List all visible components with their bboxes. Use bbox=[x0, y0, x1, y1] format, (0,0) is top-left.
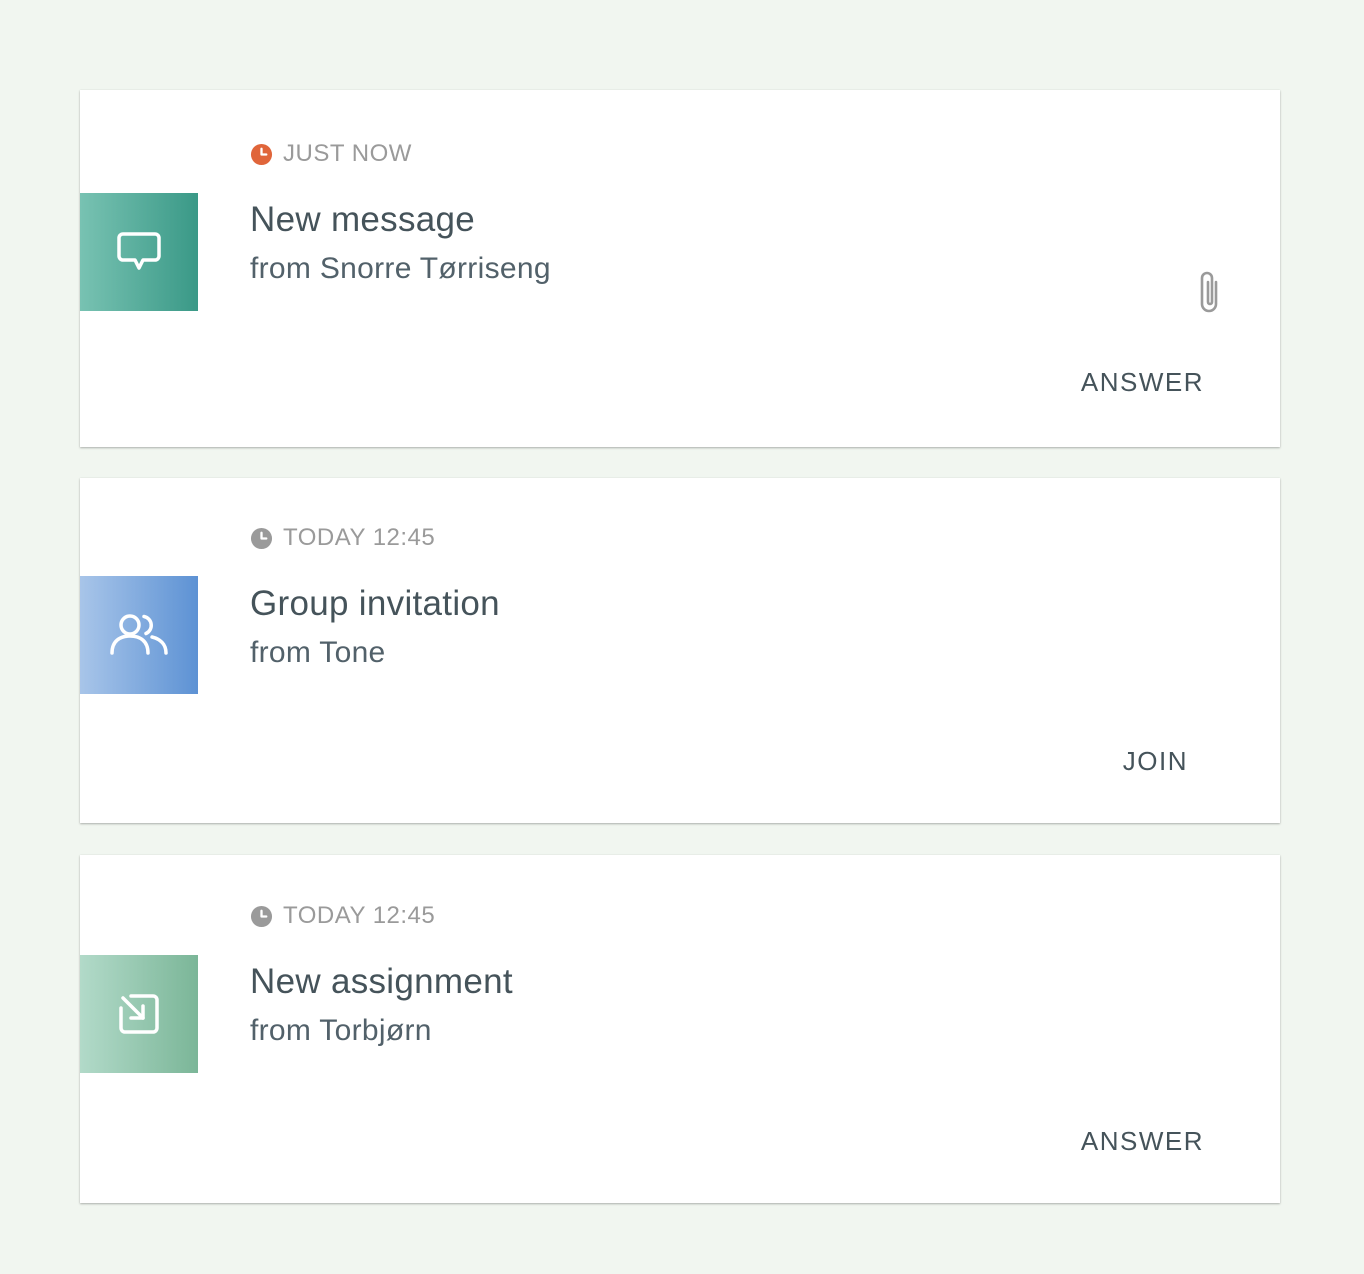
timestamp-label: TODAY 12:45 bbox=[283, 524, 436, 551]
answer-button[interactable]: ANSWER bbox=[1081, 367, 1204, 398]
notification-card-assignment[interactable]: TODAY 12:45 New assignment from Torbjørn… bbox=[80, 855, 1280, 1203]
timestamp-label: TODAY 12:45 bbox=[283, 902, 436, 929]
paperclip-icon[interactable] bbox=[1194, 268, 1224, 316]
group-tile bbox=[80, 576, 198, 694]
timestamp: TODAY 12:45 bbox=[250, 524, 435, 552]
group-icon bbox=[110, 614, 168, 655]
answer-button[interactable]: ANSWER bbox=[1081, 1126, 1204, 1157]
assignment-tile bbox=[80, 955, 198, 1073]
notification-title: New assignment bbox=[250, 962, 513, 1001]
notification-sender: from Snorre Tørriseng bbox=[250, 252, 551, 285]
chat-bubble-icon bbox=[117, 232, 161, 270]
notification-title: Group invitation bbox=[250, 584, 500, 623]
assignment-arrow-icon bbox=[119, 994, 159, 1034]
notification-sender: from Tone bbox=[250, 636, 386, 669]
clock-icon bbox=[250, 143, 273, 165]
notification-title: New message bbox=[250, 200, 476, 239]
timestamp-label: JUST NOW bbox=[283, 140, 412, 167]
timestamp: JUST NOW bbox=[250, 140, 412, 168]
notification-card-group[interactable]: TODAY 12:45 Group invitation from Tone J… bbox=[80, 478, 1280, 823]
notification-sender: from Torbjørn bbox=[250, 1014, 432, 1047]
clock-icon bbox=[250, 527, 273, 549]
timestamp: TODAY 12:45 bbox=[250, 902, 435, 930]
notification-card-message[interactable]: JUST NOW New message from Snorre Tørrise… bbox=[80, 90, 1280, 447]
clock-icon bbox=[250, 905, 273, 927]
message-tile bbox=[80, 193, 198, 311]
join-button[interactable]: JOIN bbox=[1123, 746, 1188, 777]
